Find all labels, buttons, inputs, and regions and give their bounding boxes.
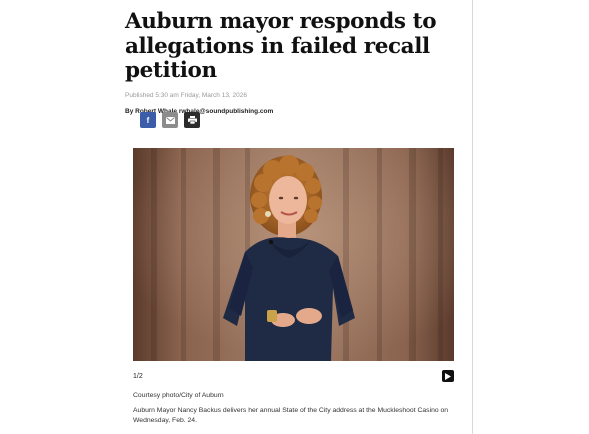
mayor-speaking-image <box>133 148 454 361</box>
print-icon <box>187 116 197 124</box>
email-share-button[interactable] <box>162 112 178 128</box>
print-button[interactable] <box>184 112 200 128</box>
facebook-icon: f <box>146 115 150 125</box>
facebook-share-button[interactable]: f <box>140 112 156 128</box>
gallery-counter: 1/2 <box>133 373 143 380</box>
article-headline: Auburn mayor responds to allegations in … <box>125 9 437 83</box>
published-date: Published 5:30 am Friday, March 13, 2026 <box>125 91 248 99</box>
slideshow-play-button[interactable] <box>442 370 454 382</box>
page-divider <box>472 0 473 434</box>
photo-credit: Courtesy photo/City of Auburn <box>133 392 224 399</box>
article-header: Auburn mayor responds to allegations in … <box>125 9 460 115</box>
byline-prefix: By <box>125 107 136 115</box>
play-icon <box>445 372 451 380</box>
photo-caption: Auburn Mayor Nancy Backus delivers her a… <box>133 407 449 424</box>
share-buttons: f <box>140 112 200 128</box>
email-icon <box>165 116 175 124</box>
article-photo[interactable] <box>133 148 454 361</box>
